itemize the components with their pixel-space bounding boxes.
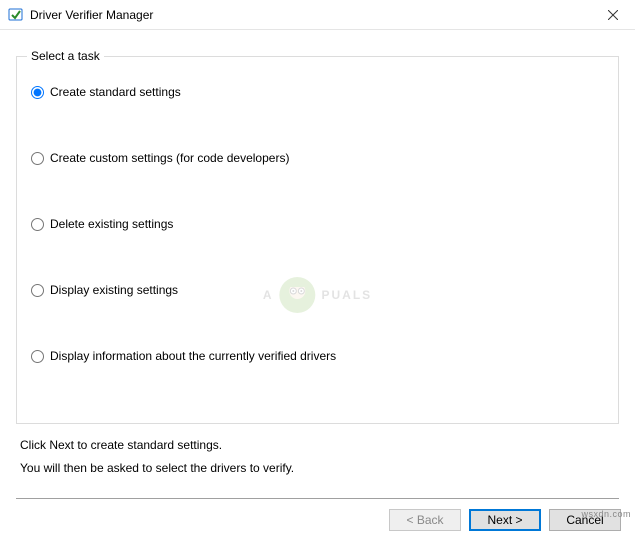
radio-input-delete-existing[interactable] [31,218,44,231]
button-row: < Back Next > Cancel [0,499,635,541]
radio-display-info[interactable]: Display information about the currently … [31,349,604,363]
instructions: Click Next to create standard settings. … [16,434,619,480]
window-title: Driver Verifier Manager [30,8,153,22]
radio-label: Create custom settings (for code develop… [50,151,289,165]
instruction-line-1: Click Next to create standard settings. [20,434,619,457]
radio-display-existing[interactable]: Display existing settings [31,283,604,297]
radio-label: Display information about the currently … [50,349,336,363]
back-button: < Back [389,509,461,531]
radio-input-create-custom[interactable] [31,152,44,165]
app-icon [8,7,24,23]
source-credit: wsxdn.com [581,509,631,519]
radio-input-display-existing[interactable] [31,284,44,297]
titlebar: Driver Verifier Manager [0,0,635,30]
dialog-content: Select a task Create standard settings C… [0,30,635,499]
next-button[interactable]: Next > [469,509,541,531]
radio-create-standard[interactable]: Create standard settings [31,85,604,99]
radio-label: Delete existing settings [50,217,173,231]
task-groupbox: Select a task Create standard settings C… [16,56,619,424]
radio-label: Display existing settings [50,283,178,297]
group-legend: Select a task [27,49,104,63]
radio-input-display-info[interactable] [31,350,44,363]
radio-input-create-standard[interactable] [31,86,44,99]
close-button[interactable] [590,0,635,30]
radio-delete-existing[interactable]: Delete existing settings [31,217,604,231]
instruction-line-2: You will then be asked to select the dri… [20,457,619,480]
radio-label: Create standard settings [50,85,181,99]
titlebar-left: Driver Verifier Manager [8,7,153,23]
close-icon [608,10,618,20]
radio-create-custom[interactable]: Create custom settings (for code develop… [31,151,604,165]
